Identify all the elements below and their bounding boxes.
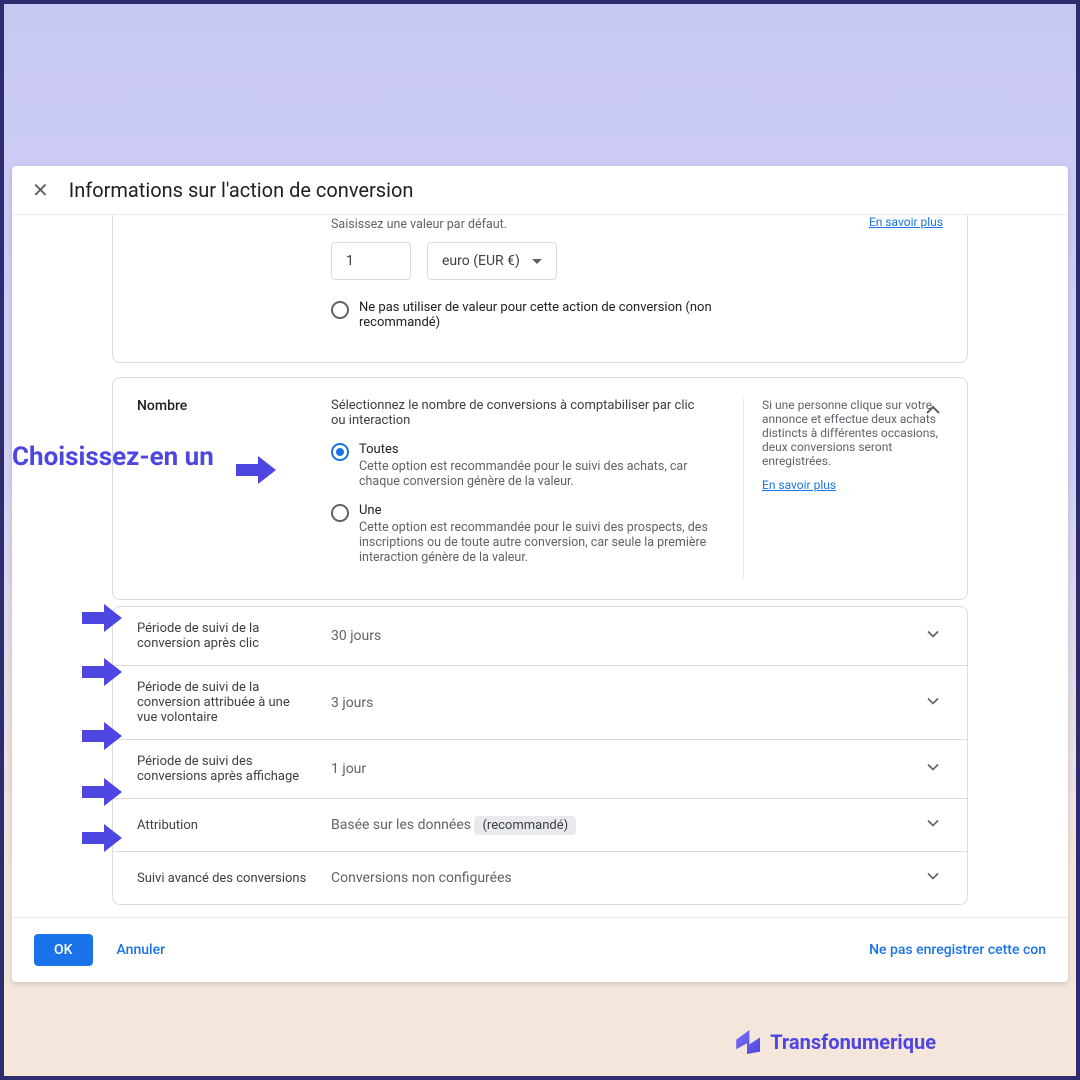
panel-footer: OK Annuler Ne pas enregistrer cette con	[12, 917, 1068, 982]
arrow-icon	[82, 604, 122, 632]
setting-label: Période de suivi de la conversion attrib…	[137, 680, 307, 725]
chevron-down-icon	[923, 691, 943, 715]
count-all-label: Toutes	[359, 442, 709, 457]
panel-content: Saisissez une valeur par défaut. 1 euro …	[12, 215, 1068, 917]
annotation-choose-one: Choisissez-en un	[12, 442, 214, 472]
no-value-label: Ne pas utiliser de valeur pour cette act…	[359, 300, 733, 330]
cancel-button[interactable]: Annuler	[117, 942, 166, 958]
chevron-down-icon	[923, 813, 943, 837]
count-prompt: Sélectionnez le nombre de conversions à …	[331, 398, 709, 428]
setting-row-view-through[interactable]: Période de suivi des conversions après a…	[112, 740, 968, 799]
conversion-settings-panel: ✕ Informations sur l'action de conversio…	[12, 166, 1068, 982]
chevron-down-icon	[923, 866, 943, 890]
setting-value: Basée sur les données (recommandé)	[331, 817, 899, 833]
count-all-desc: Cette option est recommandée pour le sui…	[359, 459, 709, 489]
setting-row-enhanced-conv[interactable]: Suivi avancé des conversions Conversions…	[112, 852, 968, 905]
currency-label: euro (EUR €)	[442, 253, 520, 269]
arrow-icon	[82, 722, 122, 750]
close-icon[interactable]: ✕	[32, 180, 49, 200]
arrow-icon	[82, 658, 122, 686]
default-value-prompt: Saisissez une valeur par défaut.	[331, 217, 733, 232]
panel-header: ✕ Informations sur l'action de conversio…	[12, 166, 1068, 215]
setting-label: Période de suivi des conversions après a…	[137, 754, 307, 784]
learn-more-link[interactable]: En savoir plus	[869, 215, 943, 229]
brand-name: Transfonumerique	[770, 1030, 936, 1054]
count-help-text: Si une personne clique sur votre annonce…	[762, 398, 943, 468]
count-one-desc: Cette option est recommandée pour le sui…	[359, 520, 709, 565]
recommended-badge: (recommandé)	[474, 816, 576, 835]
setting-value: 30 jours	[331, 628, 899, 644]
chevron-down-icon	[923, 624, 943, 648]
count-title: Nombre	[137, 398, 307, 414]
setting-value: 3 jours	[331, 695, 899, 711]
setting-row-engaged-view[interactable]: Période de suivi de la conversion attrib…	[112, 666, 968, 740]
value-help: En savoir plus	[743, 215, 943, 344]
arrow-icon	[82, 778, 122, 806]
setting-label: Attribution	[137, 818, 307, 833]
count-card: Nombre Sélectionnez le nombre de convers…	[112, 377, 968, 600]
setting-value: Conversions non configurées	[331, 870, 899, 886]
arrow-icon	[236, 456, 276, 484]
setting-row-attribution[interactable]: Attribution Basée sur les données (recom…	[112, 799, 968, 852]
default-value-input[interactable]: 1	[331, 242, 411, 280]
value-card-body: Saisissez une valeur par défaut. 1 euro …	[331, 215, 743, 344]
setting-label: Suivi avancé des conversions	[137, 871, 307, 886]
brand: Transfonumerique	[736, 1030, 936, 1054]
panel-title: Informations sur l'action de conversion	[69, 178, 414, 202]
value-card: Saisissez une valeur par défaut. 1 euro …	[112, 215, 968, 363]
ok-button[interactable]: OK	[34, 934, 93, 966]
radio-no-value[interactable]	[331, 301, 349, 319]
setting-row-click-window[interactable]: Période de suivi de la conversion après …	[112, 606, 968, 666]
setting-value: 1 jour	[331, 761, 899, 777]
learn-more-link[interactable]: En savoir plus	[762, 478, 836, 492]
count-one-label: Une	[359, 503, 709, 518]
chevron-down-icon	[532, 259, 542, 264]
brand-logo-icon	[736, 1030, 760, 1054]
setting-label: Période de suivi de la conversion après …	[137, 621, 307, 651]
dont-save-link[interactable]: Ne pas enregistrer cette con	[869, 942, 1046, 958]
chevron-down-icon	[923, 757, 943, 781]
radio-count-all[interactable]	[331, 443, 349, 461]
chevron-up-icon[interactable]	[921, 398, 945, 422]
settings-list: Période de suivi de la conversion après …	[112, 606, 968, 905]
currency-select[interactable]: euro (EUR €)	[427, 242, 557, 280]
radio-count-one[interactable]	[331, 504, 349, 522]
arrow-icon	[82, 824, 122, 852]
